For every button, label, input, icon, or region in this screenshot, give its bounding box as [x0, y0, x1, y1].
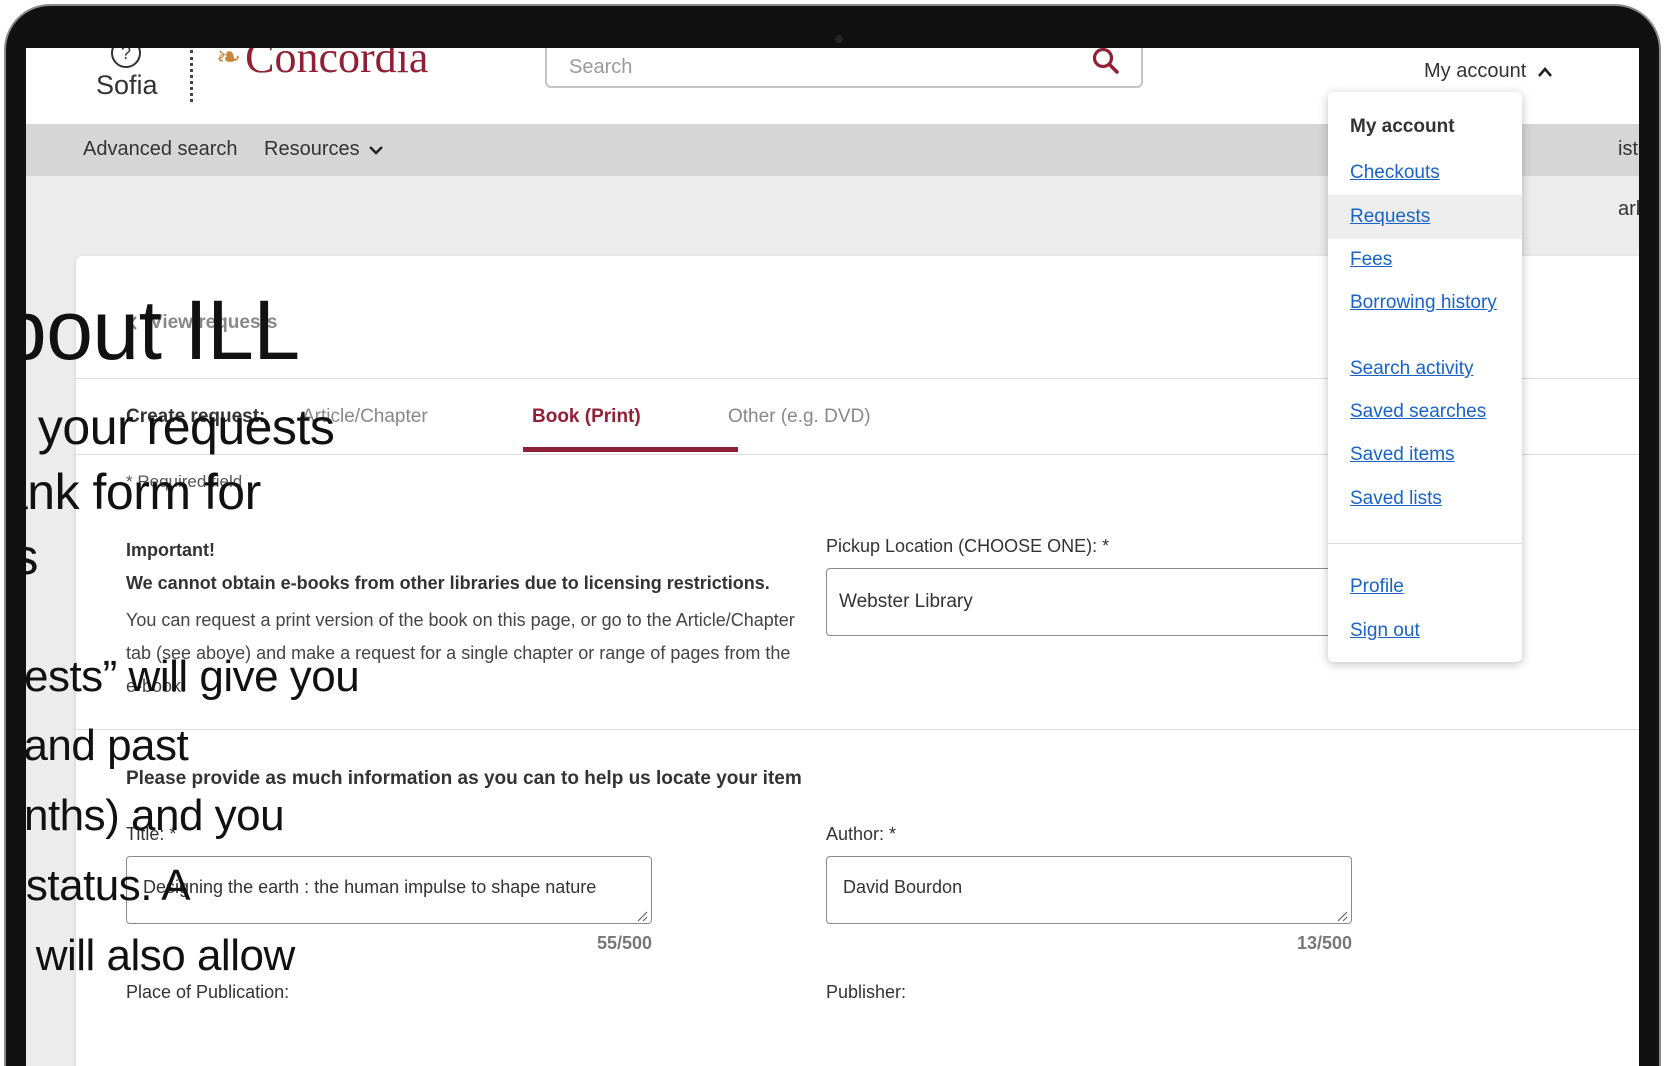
title-char-counter: 55/500: [596, 933, 652, 953]
my-account-label: My account: [1424, 60, 1527, 82]
menu-item-saved-items[interactable]: Saved items: [1350, 444, 1455, 466]
concordia-logo-text: Concordia: [245, 48, 429, 82]
pickup-location-select[interactable]: Webster Library: [826, 568, 1386, 636]
important-heading: Important!: [126, 540, 215, 560]
nav-resources[interactable]: Resources: [264, 138, 384, 161]
menu-item-profile[interactable]: Profile: [1350, 576, 1404, 598]
author-char-counter: 13/500: [1296, 933, 1352, 953]
resize-grip-icon[interactable]: [1336, 910, 1348, 922]
divider: [76, 729, 1639, 730]
search-input[interactable]: [547, 48, 1067, 86]
search-icon[interactable]: [1091, 48, 1121, 78]
logo-divider: [190, 50, 193, 102]
sofia-logo-icon: ?: [111, 48, 141, 68]
place-of-publication-label: Place of Publication:: [126, 982, 290, 1002]
chevron-down-icon: [368, 145, 383, 155]
title-label: Title: *: [126, 824, 177, 844]
camera-dot: [835, 35, 843, 43]
background-text-partial: arl: [1618, 198, 1639, 220]
ebook-restriction-notice: We cannot obtain e-books from other libr…: [126, 573, 770, 593]
resize-grip-icon[interactable]: [636, 910, 648, 922]
menu-item-borrowing-history[interactable]: Borrowing history: [1350, 292, 1497, 314]
sofia-logo-text: Sofia: [96, 70, 158, 100]
nav-advanced-search-label: Advanced search: [83, 138, 238, 160]
nav-resources-label: Resources: [264, 138, 360, 160]
pickup-location-label: Pickup Location (CHOOSE ONE): *: [826, 536, 1110, 556]
nav-advanced-search[interactable]: Advanced search: [83, 138, 238, 161]
menu-item-checkouts[interactable]: Checkouts: [1350, 162, 1440, 184]
author-textarea[interactable]: David Bourdon: [826, 856, 1352, 924]
tab-article-chapter[interactable]: Article/Chapter: [302, 406, 428, 428]
create-request-label: Create request:: [126, 406, 266, 427]
tab-book-print[interactable]: Book (Print): [532, 406, 641, 428]
author-label: Author: *: [826, 824, 897, 844]
item-info-heading: Please provide as much information as yo…: [126, 768, 802, 789]
overlay-line: ts: [26, 528, 38, 586]
account-dropdown-menu: My account Checkouts Requests Fees Borro…: [1328, 92, 1522, 662]
menu-divider: [1328, 543, 1522, 544]
nav-item-partial[interactable]: ist: [1618, 138, 1638, 161]
publisher-label: Publisher:: [826, 982, 907, 1002]
menu-item-requests[interactable]: Requests: [1350, 206, 1430, 228]
ebook-restriction-details: You can request a print version of the b…: [126, 610, 795, 696]
account-menu-heading: My account: [1350, 116, 1455, 137]
search-box: [545, 48, 1143, 88]
concordia-logo[interactable]: ❧ Concordia: [216, 48, 428, 82]
menu-item-saved-searches[interactable]: Saved searches: [1350, 401, 1486, 423]
title-textarea[interactable]: Designing the earth : the human impulse …: [126, 856, 652, 924]
menu-item-search-activity[interactable]: Search activity: [1350, 358, 1474, 380]
concordia-crest-icon: ❧: [216, 48, 242, 74]
chevron-left-icon: [128, 316, 137, 330]
sofia-logo[interactable]: ? Sofia: [96, 48, 158, 108]
menu-item-sign-out[interactable]: Sign out: [1350, 620, 1420, 642]
active-tab-indicator: [523, 447, 738, 452]
my-account-toggle[interactable]: My account: [1424, 60, 1554, 83]
pickup-location-value: Webster Library: [839, 591, 973, 612]
menu-item-saved-lists[interactable]: Saved lists: [1350, 488, 1442, 510]
required-field-note: * Required field: [126, 472, 243, 491]
menu-item-fees[interactable]: Fees: [1350, 249, 1392, 271]
tab-other-dvd[interactable]: Other (e.g. DVD): [728, 406, 871, 428]
browser-screen: ? Sofia ❧ Concordia My account Advanced …: [26, 48, 1639, 1066]
view-requests-link[interactable]: View requests: [126, 312, 277, 334]
view-requests-label: View requests: [150, 312, 278, 333]
chevron-up-icon: [1538, 66, 1553, 77]
